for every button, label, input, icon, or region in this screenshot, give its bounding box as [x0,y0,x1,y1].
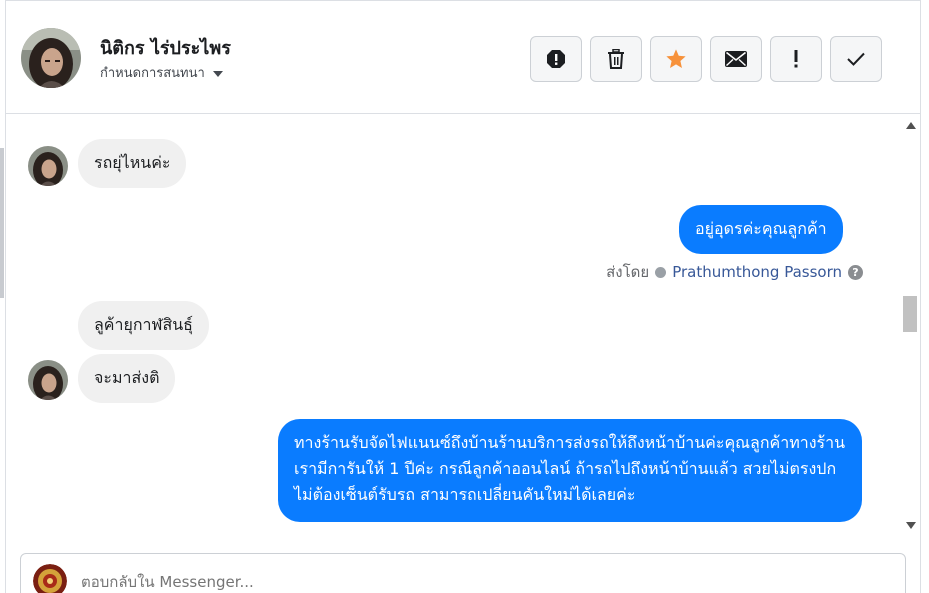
sender-name[interactable]: Prathumthong Passorn [672,263,842,281]
mark-important-button[interactable] [770,36,822,82]
reply-composer [20,553,906,593]
report-button[interactable] [530,36,582,82]
contact-name[interactable]: นิติกร ไร่ประไพร [100,33,231,62]
mark-done-button[interactable] [830,36,882,82]
delete-button[interactable] [590,36,642,82]
conversation-header: นิติกร ไร่ประไพร กำหนดการสนทนา [6,0,920,114]
sent-by-line: ส่งโดย Prathumthong Passorn ? [606,260,863,284]
conversation-setting-label: กำหนดการสนทนา [100,66,205,81]
left-scrollbar-thumb[interactable] [0,148,4,298]
sent-by-label: ส่งโดย [606,263,650,281]
truncated-previous-line [730,114,780,118]
outgoing-message[interactable]: อยู่อุดรค่ะคุณลูกค้า [679,205,843,254]
conversation-setting-dropdown[interactable]: กำหนดการสนทนา [100,62,223,83]
scroll-down-arrow-icon[interactable] [906,522,916,529]
sender-status-icon [655,266,667,278]
trash-icon [608,49,624,69]
message-thread[interactable]: รถยุ่ไหนค่ะ อยู่อุดรค่ะคุณลูกค้า ส่งโดย … [6,114,901,538]
check-icon [847,52,865,66]
page-avatar [33,564,67,593]
thread-scrollbar[interactable] [901,114,920,538]
incoming-message[interactable]: รถยุ่ไหนค่ะ [78,139,187,188]
star-icon [666,49,686,68]
outgoing-message[interactable]: ทางร้านรับจัดไฟแนนซ์ถึงบ้านร้านบริการส่ง… [278,419,862,522]
scrollbar-thumb[interactable] [903,296,917,332]
mail-icon [725,51,747,67]
scroll-up-arrow-icon[interactable] [906,122,916,129]
contact-avatar-small[interactable] [28,146,68,186]
contact-avatar-small[interactable] [28,360,68,400]
conversation-toolbar [530,36,882,82]
reply-input[interactable] [81,573,681,591]
contact-avatar[interactable] [21,28,81,88]
incoming-message[interactable]: จะมาส่งติ [78,354,176,403]
star-button[interactable] [650,36,702,82]
exclamation-icon [794,50,798,68]
incoming-message[interactable]: ลูค้ายุกาฬสินธุ์ [78,301,209,350]
right-panel-edge [920,0,929,593]
report-icon [547,50,565,68]
help-icon[interactable]: ? [848,264,863,280]
chevron-down-icon [212,70,223,77]
mark-unread-button[interactable] [710,36,762,82]
